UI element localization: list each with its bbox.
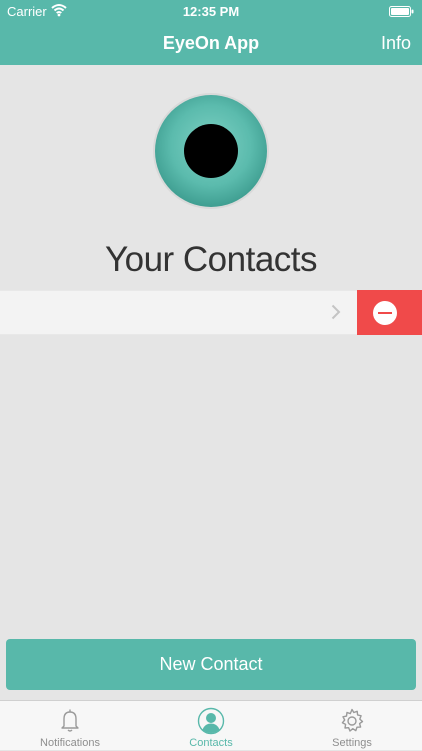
nav-title: EyeOn App: [162, 33, 260, 53]
status-bar: Carrier 12:35 PM: [0, 0, 422, 22]
contact-icon: [197, 707, 225, 735]
tab-notifications[interactable]: Notifications: [0, 701, 140, 751]
page-title: Your Contacts: [104, 240, 318, 279]
gear-icon: [338, 707, 366, 735]
status-time: 12:35 PM: [182, 4, 240, 19]
new-contact-button[interactable]: New Contact: [6, 639, 416, 690]
battery-icon: [389, 5, 414, 17]
bell-icon: [56, 707, 84, 735]
navigation-bar: EyeOn App Info: [0, 22, 422, 65]
eye-logo-icon: [152, 92, 270, 210]
tab-contacts[interactable]: Contacts: [141, 701, 281, 751]
chevron-right-icon: [331, 304, 341, 325]
info-button[interactable]: Info: [381, 33, 411, 54]
contact-row[interactable]: n: [0, 290, 357, 335]
tab-label-settings: Settings: [332, 737, 372, 749]
tab-label-contacts: Contacts: [189, 737, 233, 749]
delete-contact-button[interactable]: [357, 290, 422, 335]
tab-bar: Notifications Contacts Settings: [0, 700, 422, 750]
tab-settings[interactable]: Settings: [282, 701, 422, 751]
tab-label-notifications: Notifications: [40, 737, 100, 749]
remove-icon: [372, 300, 398, 331]
